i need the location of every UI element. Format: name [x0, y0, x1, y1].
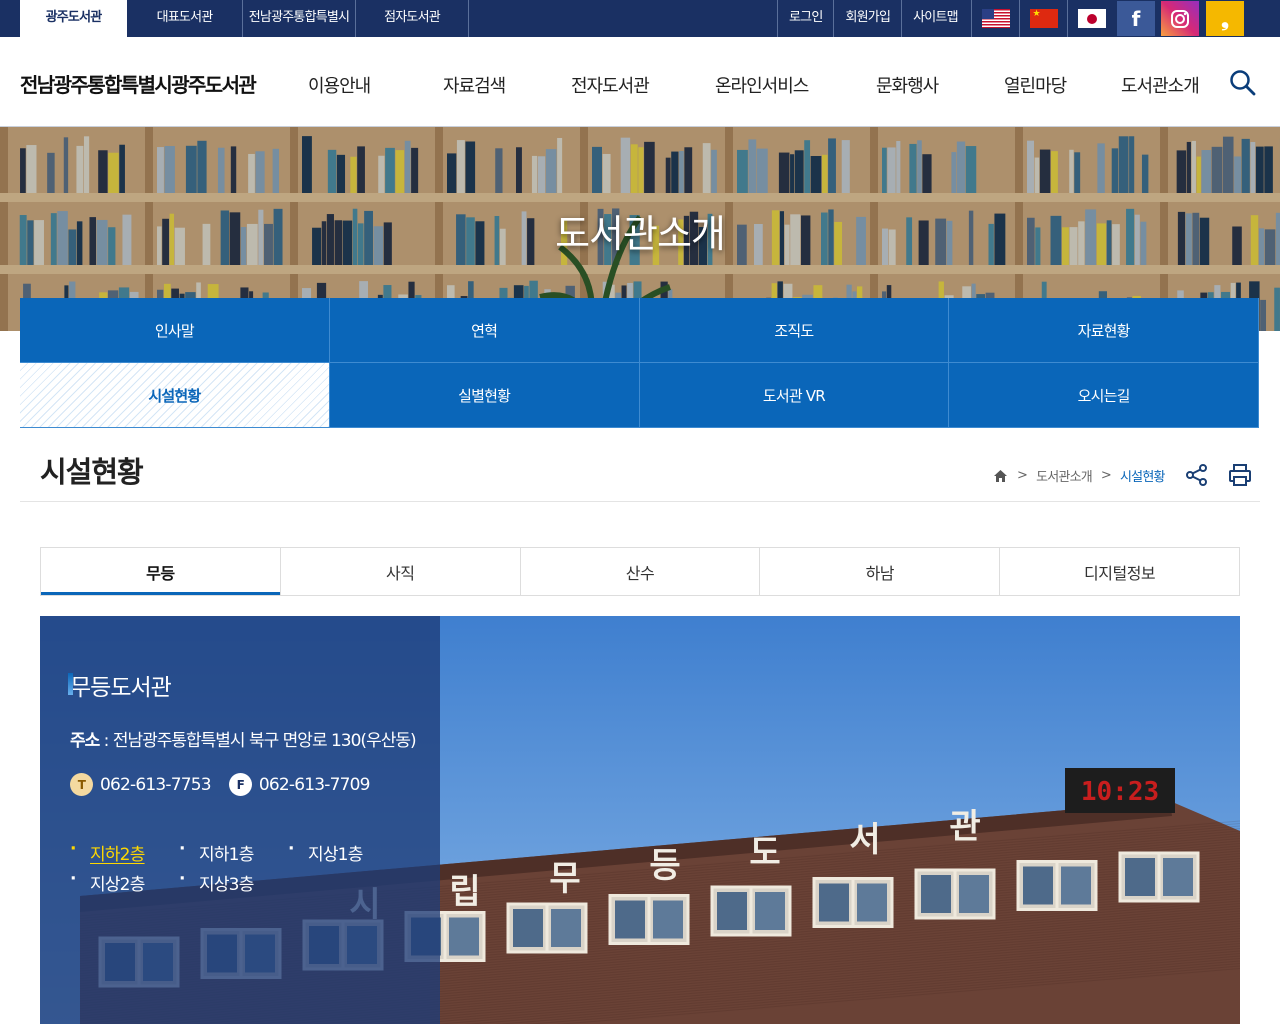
breadcrumb-separator: >: [1100, 468, 1112, 483]
floor-link-3f[interactable]: 지상3층: [179, 869, 254, 895]
sign-character: 립: [449, 872, 480, 912]
search-icon[interactable]: [1229, 69, 1257, 97]
site-tab-main[interactable]: 대표도서관: [127, 0, 243, 37]
floor-link-2f[interactable]: 지상2층: [70, 869, 145, 895]
address-text: : 전남광주통합특별시 북구 면앙로 130(우산동): [99, 731, 417, 751]
lnb-item-directions[interactable]: 오시는길: [949, 363, 1259, 428]
lnb-item-history[interactable]: 연혁: [329, 298, 640, 363]
tab-digital[interactable]: 디지털정보: [1000, 548, 1239, 595]
sub-menu: 인사말 연혁 조직도 자료현황 시설현황 실별현황 도서관 VR 오시는길: [20, 298, 1259, 428]
lnb-item-vr[interactable]: 도서관 VR: [639, 363, 950, 428]
utility-links: 로그인 회원가입 사이트맵: [777, 0, 969, 37]
signup-link[interactable]: 회원가입: [833, 0, 901, 37]
breadcrumb-item-current[interactable]: 시설현황: [1120, 466, 1165, 485]
lnb-item-collection[interactable]: 자료현황: [949, 298, 1259, 363]
sign-character: 관: [949, 807, 980, 847]
tab-sansu[interactable]: 산수: [521, 548, 761, 595]
share-icon[interactable]: [1185, 463, 1209, 487]
chinese-flag-icon[interactable]: ★: [1019, 0, 1067, 37]
login-link[interactable]: 로그인: [777, 0, 833, 37]
floor-link-b2[interactable]: 지하2층: [70, 839, 145, 865]
gnb-item-open[interactable]: 열린마당: [1004, 72, 1067, 98]
sign-character: 무: [549, 859, 580, 899]
fax-number: 062-613-7709: [258, 774, 371, 795]
sign-character: 서: [849, 820, 880, 860]
library-name: 무등도서관: [68, 668, 172, 702]
gnb-item-online[interactable]: 온라인서비스: [715, 72, 809, 98]
branch-tabs: 무등 사직 산수 하남 디지털정보: [40, 547, 1240, 596]
lnb-item-organization[interactable]: 조직도: [639, 298, 950, 363]
sign-character: 등: [649, 846, 680, 886]
site-tabs: 광주도서관 대표도서관 전남광주통합특별시 점자도서관: [20, 0, 469, 37]
site-logo[interactable]: 전남광주통합특별시광주도서관: [20, 69, 257, 98]
page-title: 시설현황: [40, 455, 144, 489]
english-flag-icon[interactable]: [971, 0, 1019, 37]
breadcrumb: > 도서관소개 > 시설현황: [993, 466, 1165, 485]
site-tab-integrated[interactable]: 전남광주통합특별시: [243, 0, 356, 37]
facebook-icon[interactable]: f: [1117, 1, 1155, 36]
address-label: 주소: [70, 731, 100, 751]
tab-hanam[interactable]: 하남: [760, 548, 1001, 595]
lnb-item-facilities[interactable]: 시설현황: [20, 363, 330, 428]
floor-link-b1[interactable]: 지하1층: [179, 839, 254, 865]
tab-sajik[interactable]: 사직: [281, 548, 521, 595]
gnb-item-ebook[interactable]: 전자도서관: [571, 72, 650, 98]
instagram-icon[interactable]: [1161, 1, 1199, 36]
japanese-flag-icon[interactable]: [1067, 0, 1115, 37]
lnb-item-greeting[interactable]: 인사말: [20, 298, 330, 363]
print-icon[interactable]: [1228, 463, 1252, 487]
floor-link-1f[interactable]: 지상1층: [288, 839, 363, 865]
sitemap-link[interactable]: 사이트맵: [901, 0, 969, 37]
gnb-item-search[interactable]: 자료검색: [443, 72, 506, 98]
breadcrumb-item-about[interactable]: 도서관소개: [1036, 466, 1093, 485]
lnb-item-rooms[interactable]: 실별현황: [329, 363, 640, 428]
hero-title: 도서관소개: [555, 212, 726, 256]
library-address: 주소 : 전남광주통합특별시 북구 면앙로 130(우산동): [70, 726, 417, 751]
library-info-panel: 무등도서관 주소 : 전남광주통합특별시 북구 면앙로 130(우산동) T 0…: [40, 616, 440, 1024]
top-bar: 광주도서관 대표도서관 전남광주통합특별시 점자도서관 로그인 회원가입 사이트…: [0, 0, 1280, 37]
sign-character: 도: [749, 833, 780, 873]
site-tab-gwangju[interactable]: 광주도서관: [20, 0, 127, 37]
tab-mudeung[interactable]: 무등: [41, 548, 281, 595]
gnb-item-usage[interactable]: 이용안내: [308, 72, 371, 98]
fax-icon: F: [228, 773, 252, 796]
clock-display: 10:23: [1081, 777, 1159, 807]
contact-row: T 062-613-7753 F 062-613-7709: [70, 773, 370, 796]
gnb-item-about[interactable]: 도서관소개: [1121, 72, 1200, 98]
gnb-item-culture[interactable]: 문화행사: [876, 72, 939, 98]
home-icon[interactable]: [993, 469, 1008, 483]
divider: [20, 501, 1260, 502]
site-tab-braille[interactable]: 점자도서관: [356, 0, 469, 37]
language-flags: ★: [971, 0, 1115, 37]
header: 전남광주통합특별시광주도서관 이용안내 자료검색 전자도서관 온라인서비스 문화…: [0, 37, 1280, 127]
phone-icon: T: [70, 773, 93, 796]
phone-number: 062-613-7753: [100, 774, 212, 795]
breadcrumb-separator: >: [1017, 468, 1028, 483]
kakao-story-icon[interactable]: ❟: [1206, 1, 1244, 36]
